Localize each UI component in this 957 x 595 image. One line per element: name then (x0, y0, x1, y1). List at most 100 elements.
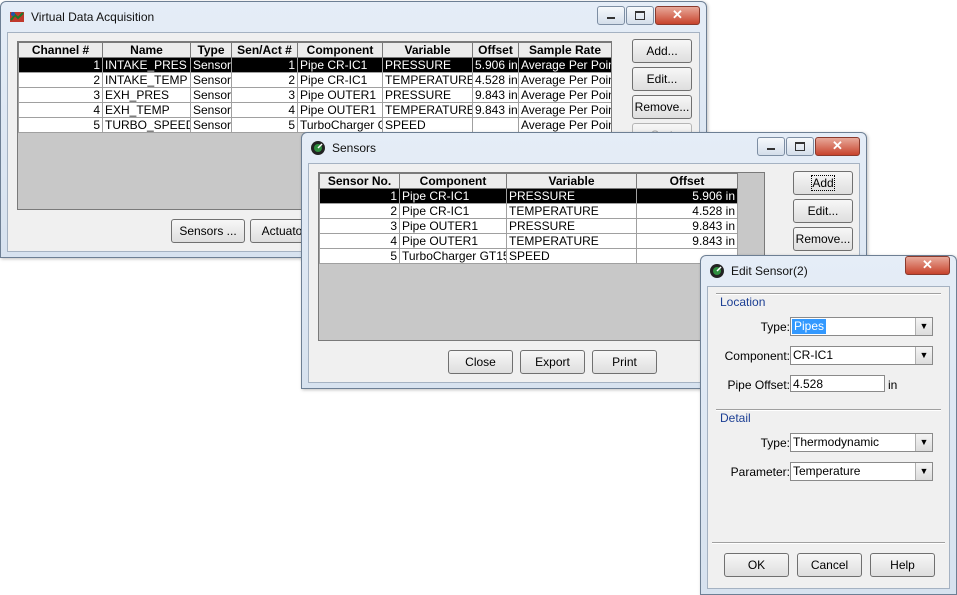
close-dialog-button[interactable]: Close (448, 350, 513, 374)
close-icon: ✕ (832, 138, 843, 153)
detail-type-select[interactable]: Thermodynamic ▼ (790, 433, 933, 452)
close-button[interactable]: ✕ (655, 6, 700, 25)
maximize-button[interactable] (786, 137, 814, 156)
cell: Average Per Point (518, 102, 611, 118)
table-row[interactable]: 3 EXH_PRES Sensor 3 Pipe OUTER1 PRESSURE… (18, 87, 611, 103)
cell: 4 (319, 233, 400, 249)
sensor-add-button[interactable]: Add (793, 171, 853, 195)
detail-group-title: Detail (720, 411, 751, 425)
vda-titlebar[interactable]: Virtual Data Acquisition ✕ (1, 2, 706, 32)
table-row[interactable]: 1 INTAKE_PRES Sensor 1 Pipe CR-IC1 PRESS… (18, 57, 611, 73)
sensor-table-area[interactable]: Sensor No. Component Variable Offset 1 P… (318, 172, 765, 341)
cell: SPEED (506, 248, 637, 264)
column-header[interactable]: Offset (472, 42, 519, 58)
cell: SPEED (382, 117, 473, 133)
table-row[interactable]: 4 EXH_TEMP Sensor 4 Pipe OUTER1 TEMPERAT… (18, 102, 611, 118)
sensor-remove-button[interactable]: Remove... (793, 227, 853, 251)
sensors-titlebar[interactable]: Sensors ✕ (302, 133, 866, 163)
print-button[interactable]: Print (592, 350, 657, 374)
pipe-offset-input[interactable]: 4.528 (790, 375, 885, 392)
column-header[interactable]: Sensor No. (319, 173, 400, 189)
column-header[interactable]: Channel # (18, 42, 103, 58)
cell: 1 (319, 188, 400, 204)
channel-table: Channel # Name Type Sen/Act # Component … (18, 42, 611, 133)
maximize-button[interactable] (626, 6, 654, 25)
close-icon: ✕ (922, 257, 933, 272)
pipe-offset-label: Pipe Offset: (727, 378, 790, 392)
cell: TEMPERATURE (382, 102, 473, 118)
sensor-table: Sensor No. Component Variable Offset 1 P… (319, 173, 738, 264)
edit-button[interactable]: Edit... (632, 67, 692, 91)
app-icon (10, 12, 24, 22)
cell: TurboCharger GT (297, 117, 383, 133)
minimize-button[interactable] (757, 137, 785, 156)
chevron-down-icon[interactable]: ▼ (915, 318, 932, 335)
column-header[interactable]: Sample Rate (518, 42, 611, 58)
ok-button[interactable]: OK (724, 553, 789, 577)
cell: Pipe OUTER1 (297, 87, 383, 103)
table-row[interactable]: 1 Pipe CR-IC1 PRESSURE 5.906 in (319, 188, 738, 204)
cell: 1 (231, 57, 298, 73)
cell: 5.906 in (472, 57, 519, 73)
sensor-icon (311, 141, 325, 155)
close-button[interactable]: ✕ (905, 256, 950, 275)
location-type-value: Pipes (792, 319, 827, 334)
cell: 9.843 in (472, 102, 519, 118)
parameter-select[interactable]: Temperature ▼ (790, 462, 933, 481)
chevron-down-icon[interactable]: ▼ (915, 347, 932, 364)
remove-button[interactable]: Remove... (632, 95, 692, 119)
sensor-icon (710, 264, 724, 278)
column-header[interactable]: Name (102, 42, 191, 58)
table-row[interactable]: 5 TURBO_SPEED Sensor 5 TurboCharger GT S… (18, 117, 611, 133)
table-row[interactable]: 4 Pipe OUTER1 TEMPERATURE 9.843 in (319, 233, 738, 249)
cell: TEMPERATURE (382, 72, 473, 88)
chevron-down-icon[interactable]: ▼ (915, 463, 932, 480)
edit-sensor-dialog: Edit Sensor(2) ✕ Location Type: Pipes ▼ … (700, 255, 957, 595)
cell: INTAKE_TEMP (102, 72, 191, 88)
cell: PRESSURE (506, 188, 637, 204)
cell: Average Per Point (518, 72, 611, 88)
column-header[interactable]: Offset (636, 173, 738, 189)
column-header[interactable]: Component (297, 42, 383, 58)
cell: Average Per Point (518, 117, 611, 133)
cancel-button[interactable]: Cancel (797, 553, 862, 577)
chevron-down-icon[interactable]: ▼ (915, 434, 932, 451)
cell: Average Per Point (518, 57, 611, 73)
cell: EXH_TEMP (102, 102, 191, 118)
cell: Sensor (190, 72, 232, 88)
location-type-select[interactable]: Pipes ▼ (790, 317, 933, 336)
close-icon: ✕ (672, 7, 683, 22)
edit-sensor-titlebar[interactable]: Edit Sensor(2) ✕ (701, 256, 956, 286)
cell: 3 (319, 218, 400, 234)
cell: 4 (231, 102, 298, 118)
cell: 1 (18, 57, 103, 73)
add-button[interactable]: Add... (632, 39, 692, 63)
export-button[interactable]: Export (520, 350, 585, 374)
cell: EXH_PRES (102, 87, 191, 103)
location-type-label: Type: (760, 320, 790, 334)
cell: PRESSURE (382, 87, 473, 103)
table-row[interactable]: 3 Pipe OUTER1 PRESSURE 9.843 in (319, 218, 738, 234)
sensor-edit-button[interactable]: Edit... (793, 199, 853, 223)
column-header[interactable]: Sen/Act # (231, 42, 298, 58)
cell: 2 (231, 72, 298, 88)
close-button[interactable]: ✕ (815, 137, 860, 156)
sensors-button[interactable]: Sensors ... (171, 219, 245, 243)
sensors-title: Sensors (332, 141, 377, 155)
table-row[interactable]: 2 INTAKE_TEMP Sensor 2 Pipe CR-IC1 TEMPE… (18, 72, 611, 88)
help-button[interactable]: Help (870, 553, 935, 577)
cell: PRESSURE (506, 218, 637, 234)
component-select[interactable]: CR-IC1 ▼ (790, 346, 933, 365)
location-divider (716, 293, 941, 295)
column-header[interactable]: Variable (382, 42, 473, 58)
channel-table-header: Channel # Name Type Sen/Act # Component … (18, 42, 611, 58)
table-row[interactable]: 5 TurboCharger GT15S SPEED (319, 248, 738, 264)
vda-title: Virtual Data Acquisition (31, 10, 155, 24)
table-row[interactable]: 2 Pipe CR-IC1 TEMPERATURE 4.528 in (319, 203, 738, 219)
minimize-button[interactable] (597, 6, 625, 25)
column-header[interactable]: Type (190, 42, 232, 58)
column-header[interactable]: Variable (506, 173, 637, 189)
component-value: CR-IC1 (793, 348, 834, 362)
edit-sensor-client: Location Type: Pipes ▼ Component: CR-IC1… (707, 286, 950, 589)
column-header[interactable]: Component (399, 173, 507, 189)
